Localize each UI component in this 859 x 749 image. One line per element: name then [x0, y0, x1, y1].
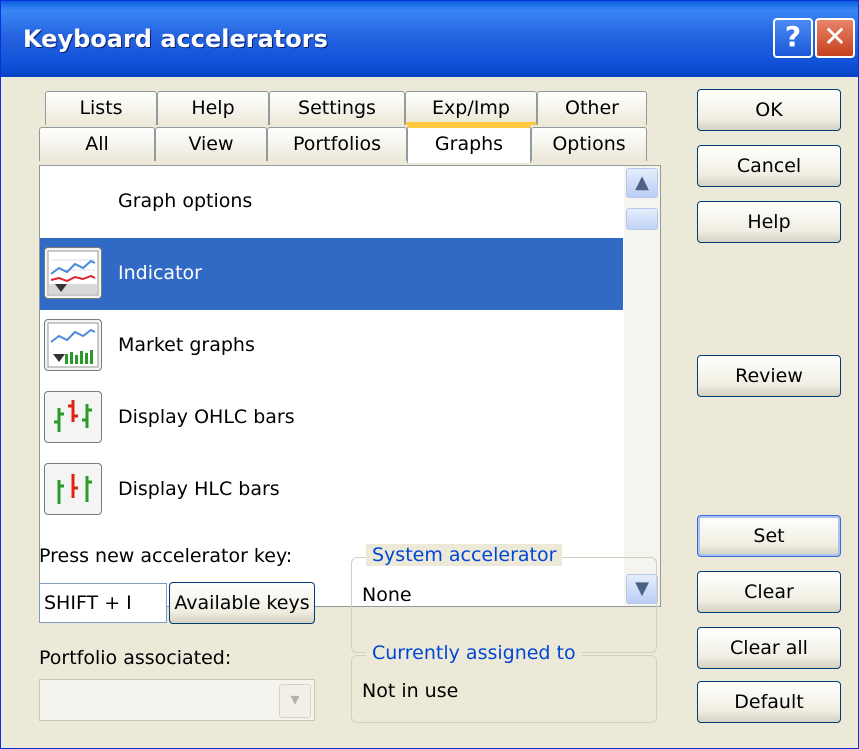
dialog-body: Lists Help Settings Exp/Imp Other All Vi…	[5, 77, 854, 744]
available-keys-button[interactable]: Available keys	[169, 582, 315, 624]
portfolio-associated-label: Portfolio associated:	[39, 647, 232, 669]
currently-assigned-title: Currently assigned to	[366, 642, 582, 664]
ohlc-bars-icon	[44, 391, 102, 443]
tab-other[interactable]: Other	[537, 91, 647, 125]
portfolio-dropdown[interactable]: ▾	[39, 679, 315, 721]
default-button[interactable]: Default	[697, 681, 841, 723]
list-item[interactable]: Indicator	[40, 238, 623, 310]
accelerator-key-input[interactable]: SHIFT + I	[39, 583, 167, 623]
list-scrollbar[interactable]: ▲ ▼	[624, 166, 660, 606]
help-button[interactable]: Help	[697, 201, 841, 243]
help-icon[interactable]: ?	[773, 18, 813, 58]
cancel-button[interactable]: Cancel	[697, 145, 841, 187]
hlc-bars-icon	[44, 463, 102, 515]
set-button[interactable]: Set	[697, 515, 841, 557]
clear-all-button[interactable]: Clear all	[697, 627, 841, 669]
window-title: Keyboard accelerators	[23, 25, 328, 53]
clear-button[interactable]: Clear	[697, 571, 841, 613]
tab-portfolios[interactable]: Portfolios	[267, 127, 407, 161]
system-accelerator-title: System accelerator	[366, 544, 563, 566]
title-bar[interactable]: Keyboard accelerators ? ✕	[1, 1, 858, 77]
list-item[interactable]: Display HLC bars	[40, 454, 623, 526]
list-item-label: Graph options	[118, 190, 253, 212]
currently-assigned-group: Currently assigned to Not in use	[351, 642, 657, 723]
accelerator-list[interactable]: Graph options Indicator Market graphs Di…	[39, 165, 661, 607]
list-item[interactable]: Graph options	[40, 166, 623, 238]
tab-all[interactable]: All	[39, 127, 155, 161]
tab-lists[interactable]: Lists	[45, 91, 157, 125]
indicator-graph-icon	[44, 247, 102, 299]
tab-options[interactable]: Options	[531, 127, 647, 161]
scroll-thumb[interactable]	[626, 208, 658, 230]
list-item-label: Display HLC bars	[118, 478, 280, 500]
tab-settings[interactable]: Settings	[269, 91, 405, 125]
system-accelerator-group: System accelerator None	[351, 544, 657, 653]
system-accelerator-value: None	[362, 584, 412, 606]
ok-button[interactable]: OK	[697, 89, 841, 131]
tab-help[interactable]: Help	[157, 91, 269, 125]
review-button[interactable]: Review	[697, 355, 841, 397]
tab-exp-imp[interactable]: Exp/Imp	[405, 91, 537, 125]
keyboard-accelerators-dialog: Keyboard accelerators ? ✕ Lists Help Set…	[0, 0, 859, 749]
close-icon[interactable]: ✕	[815, 18, 855, 58]
tab-view[interactable]: View	[155, 127, 267, 161]
tab-graphs[interactable]: Graphs	[407, 125, 531, 163]
accelerator-key-label: Press new accelerator key:	[39, 545, 293, 567]
market-graph-icon	[44, 319, 102, 371]
chevron-up-icon[interactable]: ▲	[626, 168, 658, 198]
list-item[interactable]: Market graphs	[40, 310, 623, 382]
currently-assigned-value: Not in use	[362, 680, 459, 702]
list-item[interactable]: Display OHLC bars	[40, 382, 623, 454]
list-item-label: Indicator	[118, 262, 202, 284]
list-item-label: Market graphs	[118, 334, 255, 356]
list-item-label: Display OHLC bars	[118, 406, 295, 428]
chevron-down-icon[interactable]: ▾	[279, 684, 311, 718]
